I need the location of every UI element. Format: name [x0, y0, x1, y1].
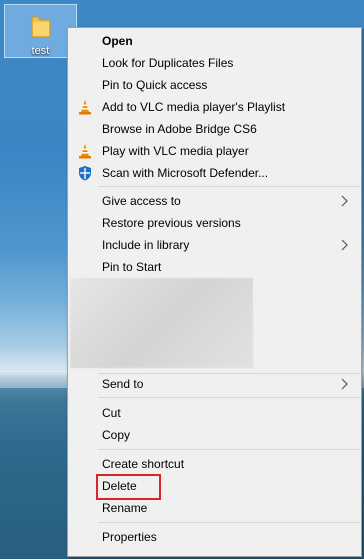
menu-item-copy[interactable]: Copy	[68, 424, 361, 446]
folder-icon	[31, 16, 51, 38]
menu-separator	[98, 397, 360, 398]
delete-highlight-box	[96, 474, 161, 500]
menu-item-label: Look for Duplicates Files	[102, 56, 234, 70]
menu-item-label: Create shortcut	[102, 457, 185, 471]
menu-item-label: Include in library	[102, 238, 190, 252]
menu-item-play-with-vlc[interactable]: Play with VLC media player	[68, 140, 361, 162]
menu-item-properties[interactable]: Properties	[68, 526, 361, 548]
menu-separator	[98, 186, 360, 187]
chevron-right-icon	[341, 378, 348, 390]
menu-item-label: Give access to	[102, 194, 181, 208]
menu-item-create-shortcut[interactable]: Create shortcut	[68, 453, 361, 475]
menu-item-scan-with-defender[interactable]: Scan with Microsoft Defender...	[68, 162, 361, 184]
menu-item-label: Cut	[102, 406, 121, 420]
menu-item-label: Open	[102, 34, 133, 48]
menu-item-look-for-duplicates[interactable]: Look for Duplicates Files	[68, 52, 361, 74]
menu-item-give-access-to[interactable]: Give access to	[68, 190, 361, 212]
menu-item-label: Scan with Microsoft Defender...	[102, 166, 269, 180]
menu-item-label: Copy	[102, 428, 131, 442]
menu-item-include-in-library[interactable]: Include in library	[68, 234, 361, 256]
menu-item-pin-to-quick-access[interactable]: Pin to Quick access	[68, 74, 361, 96]
menu-item-label: Pin to Quick access	[102, 78, 208, 92]
context-menu: Open Look for Duplicates Files Pin to Qu…	[67, 27, 362, 557]
menu-item-label: Add to VLC media player's Playlist	[102, 100, 286, 114]
menu-item-browse-in-adobe-bridge[interactable]: Browse in Adobe Bridge CS6	[68, 118, 361, 140]
menu-item-rename[interactable]: Rename	[68, 497, 361, 519]
menu-item-label: Restore previous versions	[102, 216, 241, 230]
menu-item-send-to[interactable]: Send to	[68, 373, 361, 395]
chevron-right-icon	[341, 195, 348, 207]
redacted-menu-region	[70, 278, 253, 368]
menu-item-label: Play with VLC media player	[102, 144, 249, 158]
chevron-right-icon	[341, 239, 348, 251]
menu-item-label: Properties	[102, 530, 157, 544]
menu-item-label: Send to	[102, 377, 144, 391]
menu-item-cut[interactable]: Cut	[68, 402, 361, 424]
menu-item-label: Pin to Start	[102, 260, 162, 274]
folder-label: test	[31, 45, 50, 57]
menu-item-label: Browse in Adobe Bridge CS6	[102, 122, 257, 136]
menu-item-add-to-vlc-playlist[interactable]: Add to VLC media player's Playlist	[68, 96, 361, 118]
vlc-cone-icon	[79, 144, 91, 159]
menu-item-pin-to-start[interactable]: Pin to Start	[68, 256, 361, 278]
menu-item-open[interactable]: Open	[68, 30, 361, 52]
defender-shield-icon	[79, 166, 91, 181]
menu-item-label: Rename	[102, 501, 148, 515]
vlc-cone-icon	[79, 100, 91, 115]
menu-separator	[98, 522, 360, 523]
menu-separator	[98, 449, 360, 450]
menu-item-restore-previous-versions[interactable]: Restore previous versions	[68, 212, 361, 234]
